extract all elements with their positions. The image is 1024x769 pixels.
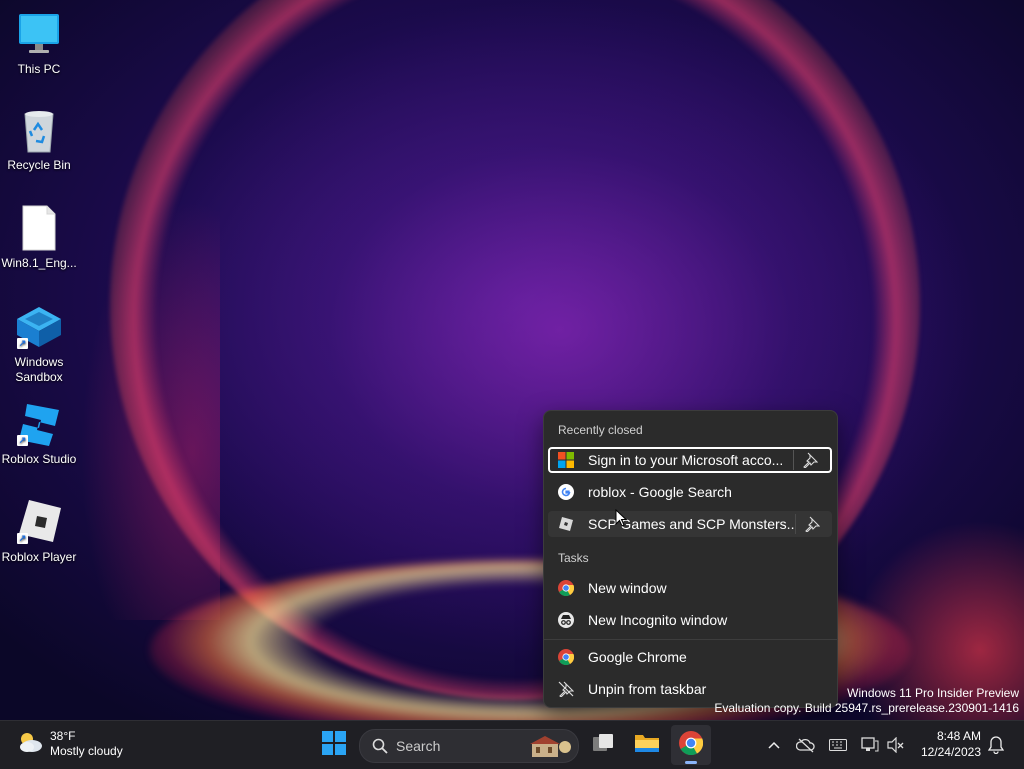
folder-icon [634, 732, 660, 759]
recently-closed-header: Recently closed [558, 423, 643, 437]
tasks-header: Tasks [558, 551, 589, 565]
desktop-wallpaper [0, 0, 1024, 720]
monitor-icon [15, 10, 63, 58]
keyboard-icon[interactable] [828, 735, 848, 755]
network-icon[interactable] [860, 735, 880, 755]
jumplist-item-label: Sign in to your Microsoft acco... [588, 452, 784, 468]
taskbar-search-box[interactable]: Search [359, 729, 579, 763]
jumplist-item-label: Google Chrome [588, 649, 687, 665]
volume-muted-icon[interactable] [886, 735, 906, 755]
shortcut-arrow-icon: ↗ [17, 533, 28, 544]
chrome-jump-list: Recently closed Sign in to your Microsof… [543, 410, 838, 708]
jumplist-item-label: roblox - Google Search [588, 484, 732, 500]
search-placeholder: Search [396, 738, 441, 754]
shortcut-arrow-icon: ↗ [17, 338, 28, 349]
desktop-icon-label: Windows Sandbox [14, 355, 64, 384]
show-hidden-icons-chevron-icon[interactable] [764, 735, 784, 755]
roblox-icon [558, 516, 574, 532]
taskbar: 38°F Mostly cloudy Search 8:48 AM 12/24/… [0, 720, 1024, 769]
watermark-line-1: Windows 11 Pro Insider Preview [847, 686, 1019, 700]
evaluation-watermark: Windows 11 Pro Insider Preview Evaluatio… [714, 686, 1019, 716]
desktop-icon-label: Roblox Player [1, 550, 77, 564]
desktop-icon-roblox-player[interactable]: ↗ Roblox Player [0, 498, 79, 565]
desktop-icon-label: Recycle Bin [7, 158, 71, 172]
jumplist-item-label: New window [588, 580, 667, 596]
weather-condition: Mostly cloudy [50, 744, 123, 758]
jumplist-item-roblox-search[interactable]: roblox - Google Search [548, 479, 832, 505]
roblox-player-icon: ↗ [15, 498, 63, 546]
cloudy-weather-icon [16, 730, 44, 759]
weather-temperature: 38°F [50, 729, 76, 743]
jumplist-item-microsoft-signin[interactable]: Sign in to your Microsoft acco... [548, 447, 832, 473]
jumplist-divider [544, 639, 837, 640]
shortcut-arrow-icon: ↗ [17, 435, 28, 446]
roblox-studio-icon: ↗ [15, 400, 63, 448]
chrome-icon [558, 649, 575, 666]
google-icon [558, 484, 574, 500]
incognito-icon [558, 612, 574, 628]
search-highlight-icon [528, 733, 572, 764]
jumplist-item-label: New Incognito window [588, 612, 728, 628]
jumplist-item-google-chrome[interactable]: Google Chrome [548, 644, 832, 670]
running-indicator [685, 761, 697, 764]
task-view-button[interactable] [583, 725, 623, 765]
clock-date: 12/24/2023 [920, 745, 981, 759]
jumplist-item-new-incognito[interactable]: New Incognito window [548, 607, 832, 633]
mouse-cursor-icon [615, 508, 628, 532]
desktop-icon-label: Roblox Studio [1, 452, 77, 466]
chrome-icon [679, 730, 704, 760]
microsoft-logo-icon [558, 452, 574, 468]
desktop-icon-roblox-studio[interactable]: ↗ Roblox Studio [0, 400, 79, 467]
watermark-line-2: Evaluation copy. Build 25947.rs_prerelea… [714, 701, 1019, 715]
pin-icon[interactable] [793, 450, 826, 470]
desktop-icon-recycle-bin[interactable]: Recycle Bin [0, 106, 79, 173]
desktop-icon-label: This PC [17, 62, 61, 76]
file-explorer-button[interactable] [627, 725, 667, 765]
desktop-icon-win81-file[interactable]: Win8.1_Eng... [0, 204, 79, 271]
jumplist-item-new-window[interactable]: New window [548, 575, 832, 601]
file-icon [15, 204, 63, 252]
recycle-bin-icon [15, 106, 63, 154]
weather-widget[interactable]: 38°F Mostly cloudy [16, 729, 123, 759]
sandbox-icon: ↗ [15, 303, 63, 351]
clock-time: 8:48 AM [936, 729, 981, 743]
pin-icon[interactable] [795, 514, 828, 534]
desktop-icon-this-pc[interactable]: This PC [0, 10, 79, 77]
desktop-icon-windows-sandbox[interactable]: ↗ Windows Sandbox [0, 303, 79, 385]
search-icon [372, 738, 388, 754]
notification-bell-icon[interactable] [986, 735, 1006, 755]
clock[interactable]: 8:48 AM 12/24/2023 [913, 728, 981, 760]
chrome-taskbar-button[interactable] [671, 725, 711, 765]
unpin-icon [558, 681, 575, 698]
jumplist-item-scp-games[interactable]: SCP Games and SCP Monsters... [548, 511, 832, 537]
chrome-icon [558, 580, 575, 597]
windows-logo-icon [322, 730, 346, 760]
task-view-icon [591, 731, 615, 760]
desktop-icon-label: Win8.1_Eng... [1, 256, 77, 270]
start-button[interactable] [314, 725, 354, 765]
onedrive-offline-icon[interactable] [796, 735, 816, 755]
